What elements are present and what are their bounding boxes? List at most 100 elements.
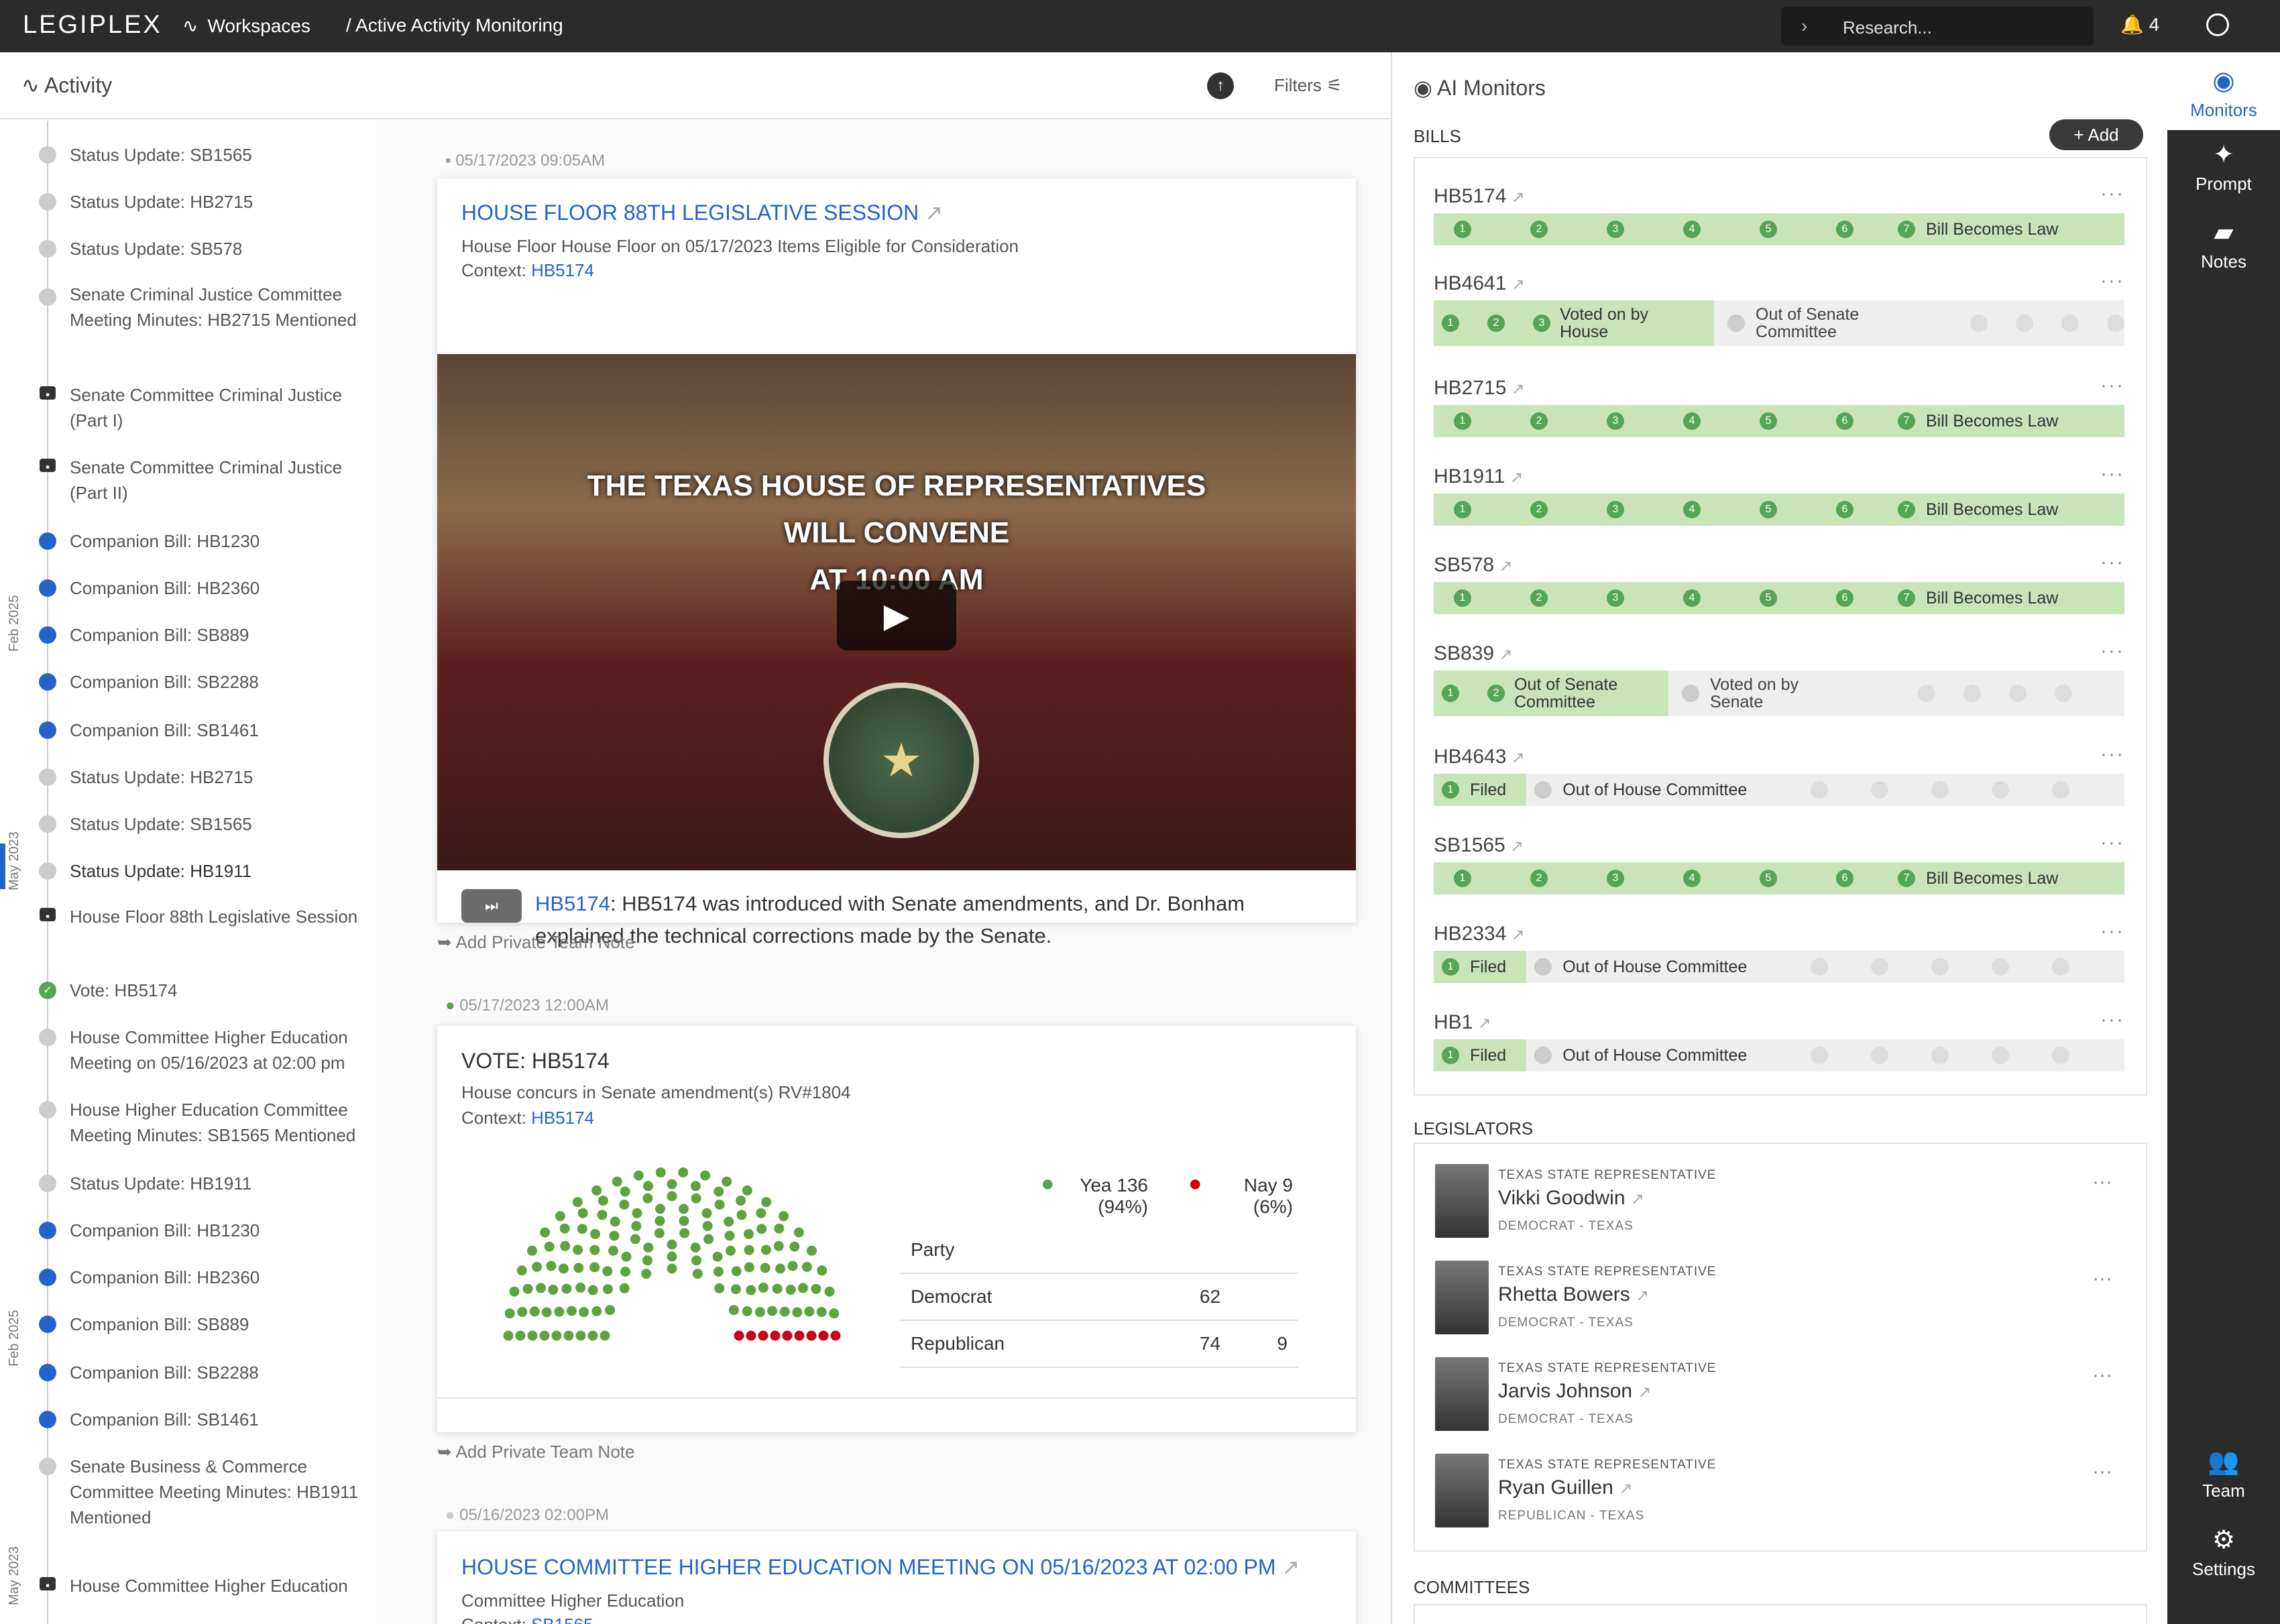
timeline-item[interactable]: House Committee Higher Education Meeting…: [70, 1025, 365, 1076]
bill-name-link[interactable]: SB578: [1434, 554, 1494, 576]
more-options-icon[interactable]: ···: [2100, 1008, 2124, 1031]
more-options-icon[interactable]: ···: [2092, 1171, 2112, 1194]
timeline-item[interactable]: House Committee Higher Education: [70, 1573, 365, 1599]
vote-subtitle: House concurs in Senate amendment(s) RV#…: [461, 1082, 851, 1102]
committee-title-link[interactable]: HOUSE COMMITTEE HIGHER EDUCATION MEETING…: [461, 1554, 1300, 1580]
timeline-item[interactable]: Senate Criminal Justice Committee Meetin…: [70, 282, 365, 333]
sidebar-monitors[interactable]: ◉ Monitors: [2167, 66, 2280, 121]
notifications-button[interactable]: 🔔 4: [2120, 13, 2159, 36]
bill-name-link[interactable]: SB839: [1434, 642, 1494, 664]
bill-name-link[interactable]: HB2334: [1434, 923, 1506, 945]
more-options-icon[interactable]: ···: [2100, 551, 2124, 574]
legislator-name-link[interactable]: Jarvis Johnson ↗: [1498, 1380, 1652, 1403]
more-options-icon[interactable]: ···: [2092, 1267, 2112, 1290]
timeline-item[interactable]: Companion Bill: HB1230: [70, 528, 365, 554]
sidebar-notes[interactable]: ▰ Notes: [2167, 217, 2280, 272]
more-options-icon[interactable]: ···: [2100, 920, 2124, 943]
bill-stage-label: Out of Senate Committee: [1756, 305, 1860, 341]
timeline-item[interactable]: Senate Business & Commerce Committee Mee…: [70, 1454, 365, 1530]
legislator-name-link[interactable]: Ryan Guillen ↗: [1498, 1476, 1632, 1499]
timeline-item[interactable]: Status Update: HB2715: [70, 764, 365, 790]
workspaces-link[interactable]: ∿ Workspaces: [182, 15, 310, 37]
external-link-icon: ↗: [1511, 380, 1525, 398]
progress-step-icon: 7: [1898, 870, 1915, 887]
info-icon: i: [39, 1269, 56, 1286]
external-link-icon: ↗: [1630, 1190, 1644, 1208]
timeline-item[interactable]: Status Update: SB1565: [70, 811, 365, 837]
timeline-item[interactable]: Companion Bill: SB889: [70, 622, 365, 648]
bill-name-link[interactable]: HB1: [1434, 1011, 1473, 1033]
legislator-row[interactable]: TEXAS STATE REPRESENTATIVE Jarvis Johnson…: [1435, 1357, 2132, 1444]
research-search-input[interactable]: › Research...: [1781, 7, 2094, 46]
add-note-button-1[interactable]: ➥ Add Private Team Note: [437, 932, 634, 953]
timeline-item[interactable]: Companion Bill: SB889: [70, 1312, 365, 1337]
more-options-icon[interactable]: ···: [2092, 1460, 2112, 1483]
completed-stage-segment: 1 2 Out of Senate Committee: [1434, 671, 1668, 716]
summary-bill-link[interactable]: HB5174: [535, 892, 610, 915]
bill-name-link[interactable]: HB4643: [1434, 746, 1506, 768]
more-options-icon[interactable]: ···: [2100, 743, 2124, 766]
session-title-link[interactable]: HOUSE FLOOR 88TH LEGISLATIVE SESSION ↗: [461, 200, 943, 225]
yea-seat: [589, 1262, 600, 1273]
timeline-item[interactable]: Companion Bill: SB1461: [70, 717, 365, 743]
bill-name-link[interactable]: HB2715: [1434, 377, 1506, 399]
chevron-right-icon[interactable]: ›: [1801, 15, 1807, 37]
context-link[interactable]: SB1565: [531, 1615, 593, 1624]
more-options-icon[interactable]: ···: [2100, 463, 2124, 485]
add-note-button-2[interactable]: ➥ Add Private Team Note: [437, 1442, 634, 1462]
more-options-icon[interactable]: ···: [2100, 270, 2124, 292]
session-video[interactable]: THE TEXAS HOUSE OF REPRESENTATIVES WILL …: [437, 354, 1356, 870]
party-cell: Democrat: [900, 1273, 1143, 1321]
timeline-item[interactable]: Companion Bill: HB2360: [70, 1265, 365, 1290]
more-options-icon[interactable]: ···: [2100, 640, 2124, 662]
app-logo[interactable]: LEGIPLEX: [23, 11, 162, 40]
legislator-name-link[interactable]: Rhetta Bowers ↗: [1498, 1283, 1649, 1306]
sidebar-team[interactable]: 👥 Team: [2167, 1447, 2280, 1501]
yea-seat: [816, 1307, 827, 1318]
timeline-item[interactable]: House Floor 88th Legislative Session: [70, 904, 365, 929]
timeline-item[interactable]: Status Update: SB578: [70, 236, 365, 262]
bill-name-link[interactable]: HB4641: [1434, 272, 1506, 294]
progress-step-icon: 5: [1760, 870, 1777, 887]
timeline-item[interactable]: Vote: HB5174: [70, 978, 365, 1003]
timeline-item[interactable]: Companion Bill: HB1230: [70, 1218, 365, 1243]
context-link[interactable]: HB5174: [531, 1108, 594, 1128]
scroll-top-button[interactable]: ↑: [1207, 72, 1234, 99]
timeline-item[interactable]: Companion Bill: SB2288: [70, 1360, 365, 1385]
bill-progress-track: 1 2 3 4 5 6 7 Bill Becomes Law: [1434, 494, 2124, 526]
timeline-item[interactable]: Status Update: HB1911: [70, 858, 365, 884]
timeline-item[interactable]: Status Update: HB1911: [70, 1171, 365, 1196]
user-avatar-icon[interactable]: [2206, 13, 2229, 36]
skip-to-moment-button[interactable]: ⏭: [461, 889, 522, 923]
timeline-item[interactable]: Senate Committee Criminal Justice (Part …: [70, 455, 365, 506]
timeline-item[interactable]: Companion Bill: SB1461: [70, 1407, 365, 1432]
bill-name-link[interactable]: HB1911: [1434, 465, 1505, 487]
legislator-party: REPUBLICAN - TEXAS: [1498, 1509, 1645, 1523]
more-options-icon[interactable]: ···: [2100, 374, 2124, 397]
yea-seat: [760, 1263, 771, 1273]
bill-name-link[interactable]: SB1565: [1434, 834, 1505, 856]
more-options-icon[interactable]: ···: [2100, 831, 2124, 854]
more-options-icon[interactable]: ···: [2100, 182, 2124, 205]
completed-stage-segment: 1 Filed: [1434, 1039, 1527, 1071]
timeline-item[interactable]: Status Update: SB1565: [70, 142, 365, 168]
legislator-name-link[interactable]: Vikki Goodwin ↗: [1498, 1187, 1644, 1210]
legislator-row[interactable]: TEXAS STATE REPRESENTATIVE Vikki Goodwin …: [1435, 1164, 2132, 1251]
context-link[interactable]: HB5174: [531, 260, 594, 280]
bill-name-link[interactable]: HB5174: [1434, 185, 1506, 207]
add-bill-button[interactable]: + Add: [2049, 119, 2143, 150]
yea-seat: [758, 1282, 768, 1293]
timeline-item[interactable]: House Higher Education Committee Meeting…: [70, 1097, 365, 1148]
legislator-row[interactable]: TEXAS STATE REPRESENTATIVE Rhetta Bowers …: [1435, 1261, 2132, 1348]
sidebar-settings[interactable]: ⚙ Settings: [2167, 1525, 2280, 1580]
sidebar-prompt[interactable]: ✦ Prompt: [2167, 139, 2280, 194]
timeline-item[interactable]: Status Update: HB2715: [70, 189, 365, 215]
yea-seat: [532, 1261, 543, 1272]
more-options-icon[interactable]: ···: [2092, 1364, 2112, 1387]
timeline-item[interactable]: Companion Bill: HB2360: [70, 575, 365, 601]
filters-button[interactable]: Filters ⚟: [1274, 75, 1342, 96]
timeline-item[interactable]: Companion Bill: SB2288: [70, 669, 365, 695]
timeline-item[interactable]: Senate Committee Criminal Justice (Part …: [70, 382, 365, 433]
play-button[interactable]: ▶: [837, 581, 956, 650]
legislator-row[interactable]: TEXAS STATE REPRESENTATIVE Ryan Guillen ↗…: [1435, 1454, 2132, 1541]
